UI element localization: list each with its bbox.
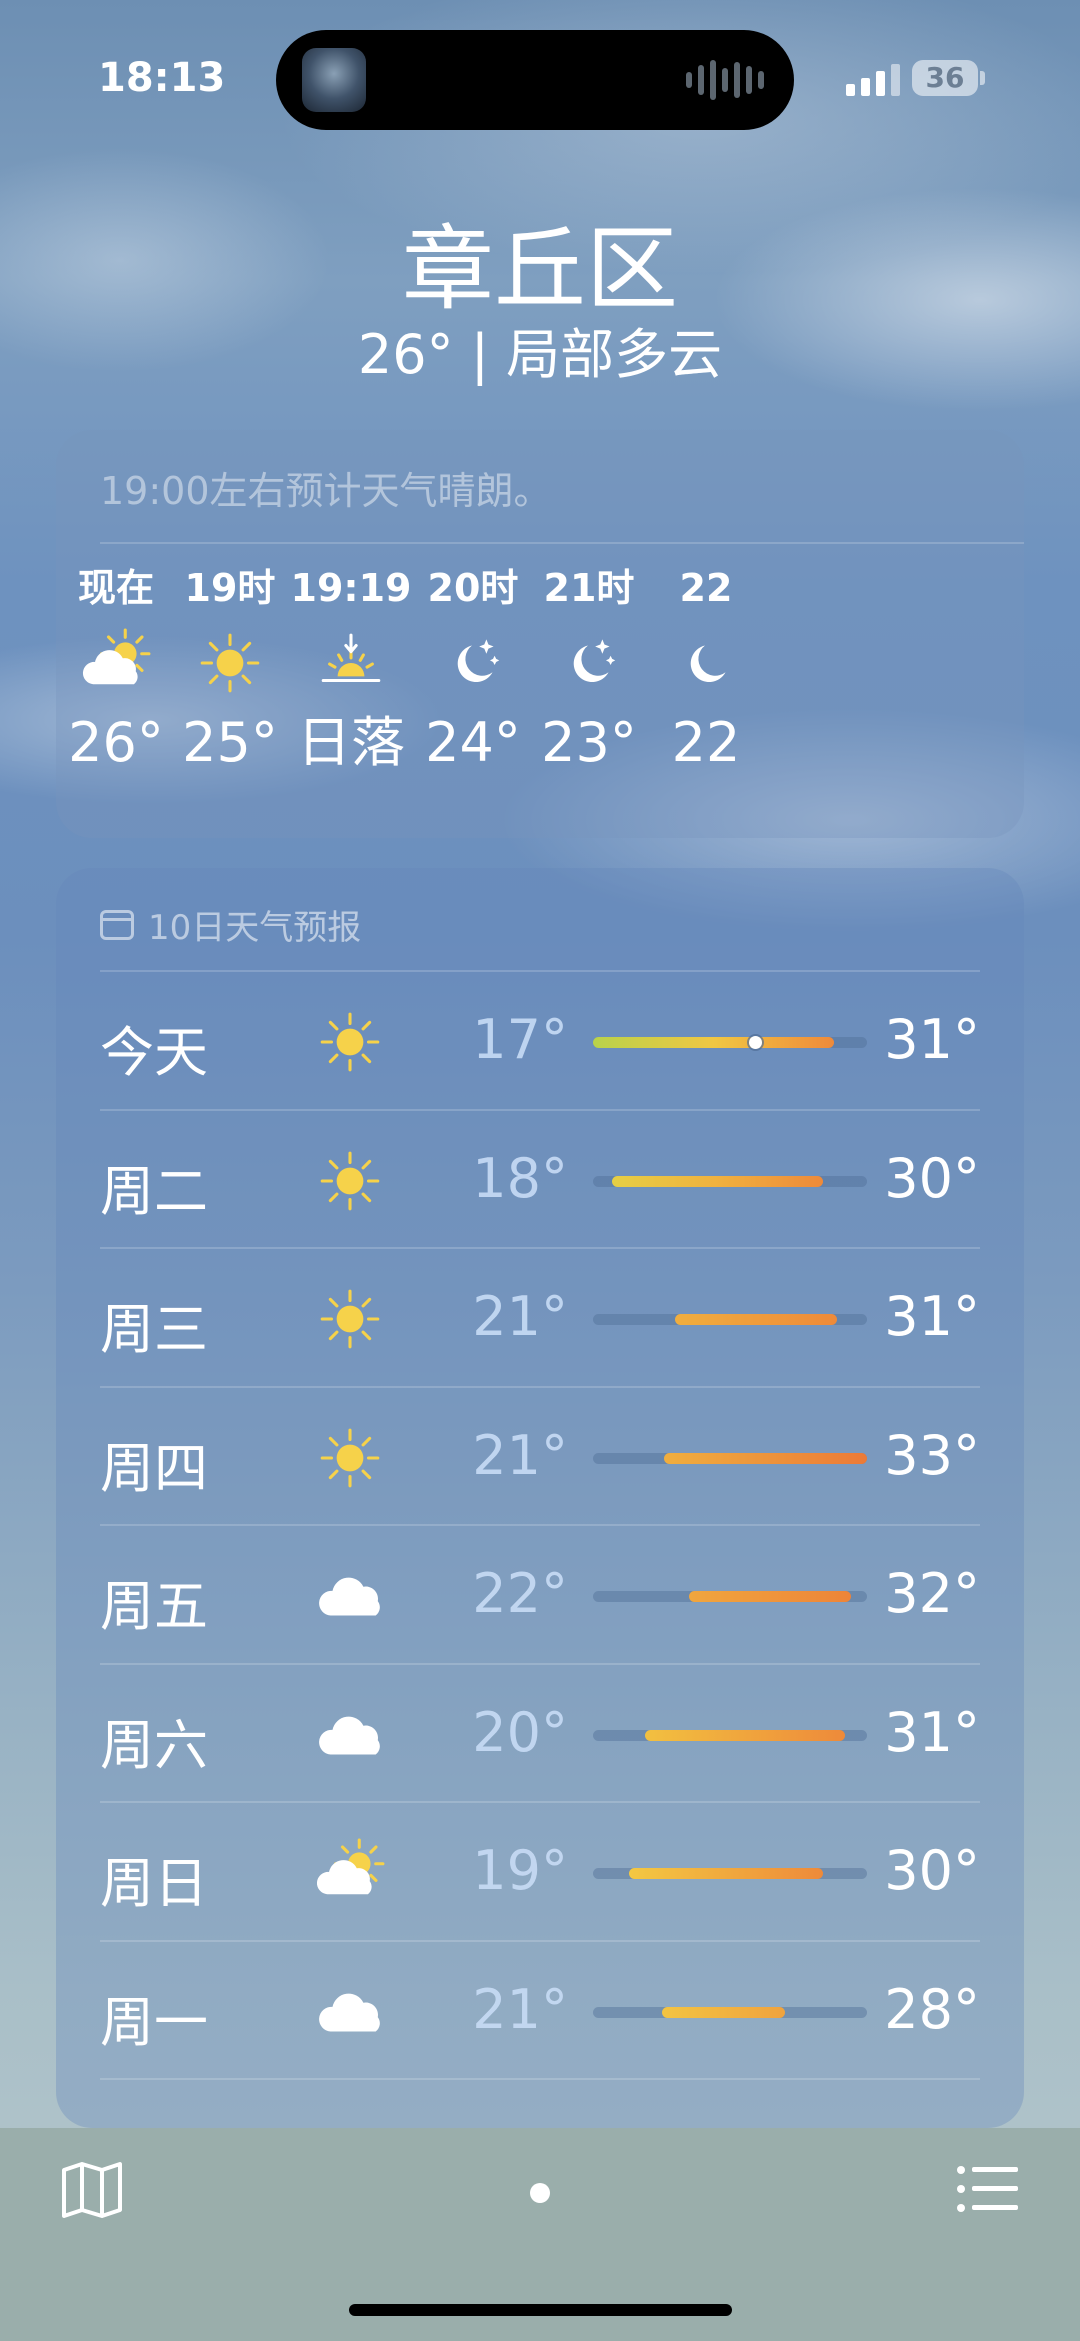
page-indicator-dot[interactable] — [530, 2183, 550, 2203]
cloud-icon — [310, 1695, 390, 1775]
daily-header: 10日天气预报 — [100, 900, 361, 949]
temperature-range-fill — [628, 1868, 824, 1879]
high-temperature: 33° — [884, 1423, 980, 1487]
high-temperature: 32° — [884, 1562, 980, 1625]
day-name: 周日 — [100, 1852, 208, 1915]
temperature-range-bar — [593, 2006, 867, 2018]
status-time: 18:13 — [98, 55, 226, 101]
cloud-icon — [310, 1972, 390, 2052]
temperature-range-bar — [593, 1452, 867, 1464]
now-playing-artwork[interactable] — [302, 48, 366, 112]
day-name: 今天 — [100, 1021, 208, 1084]
temperature-range-fill — [675, 1314, 837, 1325]
low-temperature: 21° — [472, 1285, 568, 1348]
current-summary: 26° | 局部多云 — [357, 323, 723, 386]
hourly-time-label: 22 — [679, 566, 733, 610]
temperature-range-bar — [593, 1591, 867, 1602]
high-temperature: 31° — [884, 1700, 980, 1764]
low-temperature: 19° — [472, 1839, 568, 1902]
low-temperature: 17° — [472, 1008, 568, 1071]
temperature-range-fill — [664, 1452, 867, 1464]
sun-icon — [310, 1141, 390, 1221]
low-temperature: 22° — [472, 1562, 568, 1625]
day-row[interactable]: 周六 20° 31° — [100, 1662, 980, 1803]
temperature-range-fill — [593, 1037, 835, 1048]
hourly-item: 22 22 — [626, 558, 786, 778]
temperature-range-fill — [688, 1591, 851, 1602]
map-icon[interactable] — [60, 2160, 124, 2220]
temperature-range-fill — [612, 1175, 824, 1187]
day-row[interactable]: 周四 21° 33° — [100, 1385, 980, 1526]
day-row[interactable]: 周三 21° 31° — [100, 1247, 980, 1387]
low-temperature: 21° — [472, 1423, 568, 1487]
battery-icon: 36 — [912, 60, 978, 96]
temperature-range-fill — [661, 2006, 785, 2018]
temperature-range-bar — [593, 1729, 867, 1741]
hourly-forecast-card[interactable]: 19:00左右预计天气晴朗。 现在 26° 19时 25° 19:19 日落 20时 24° 2… — [56, 430, 1024, 838]
day-name: 周一 — [100, 1990, 208, 2054]
day-row[interactable]: 今天 17° 31° — [100, 970, 980, 1110]
divider — [100, 542, 1024, 544]
high-temperature: 31° — [884, 1285, 980, 1348]
partly-sunny-icon — [310, 1833, 390, 1913]
temperature-range-bar — [593, 1314, 867, 1325]
temperature-range-bar — [593, 1036, 867, 1049]
cellular-signal-icon — [846, 62, 900, 96]
day-name: 周二 — [100, 1159, 208, 1223]
low-temperature: 18° — [472, 1146, 568, 1210]
sun-icon — [310, 1002, 390, 1082]
low-temperature: 21° — [472, 1977, 568, 2041]
day-row[interactable]: 周五 22° 32° — [100, 1524, 980, 1664]
temperature-range-fill — [645, 1729, 846, 1741]
temperature-range-bar — [593, 1868, 867, 1879]
sun-icon — [310, 1279, 390, 1359]
high-temperature: 31° — [884, 1008, 980, 1071]
high-temperature: 28° — [884, 1977, 980, 2041]
daily-title: 10日天气预报 — [148, 908, 362, 948]
day-row-divider — [100, 2078, 980, 2128]
high-temperature: 30° — [884, 1839, 980, 1902]
low-temperature: 20° — [472, 1700, 568, 1764]
day-row[interactable]: 周二 18° 30° — [100, 1108, 980, 1249]
current-temperature-dot — [748, 1036, 762, 1049]
ten-day-forecast-card[interactable]: 10日天气预报 今天 17° 31° 周二 18° 30° 周三 21° 31° 周四 21° 33°… — [56, 868, 1024, 2128]
cloud-icon — [310, 1556, 390, 1636]
high-temperature: 30° — [884, 1146, 980, 1210]
battery-nub — [980, 71, 985, 85]
list-icon[interactable] — [956, 2164, 1020, 2214]
day-row[interactable]: 周日 19° 30° — [100, 1801, 980, 1941]
hourly-temperature: 22 — [671, 711, 741, 774]
day-name: 周四 — [100, 1436, 208, 1500]
audio-waveform-icon — [686, 60, 764, 100]
hourly-note: 19:00左右预计天气晴朗。 — [100, 469, 552, 513]
home-indicator[interactable] — [349, 2304, 732, 2316]
moon-icon — [626, 618, 786, 708]
day-name: 周五 — [100, 1575, 208, 1638]
dynamic-island[interactable] — [276, 30, 794, 130]
day-row[interactable]: 周一 21° 28° — [100, 1939, 980, 2080]
sun-icon — [310, 1418, 390, 1498]
day-name: 周三 — [100, 1298, 208, 1361]
temperature-range-bar — [593, 1175, 867, 1187]
calendar-icon — [100, 909, 134, 940]
city-name: 章丘区 — [401, 216, 678, 323]
day-name: 周六 — [100, 1713, 208, 1777]
